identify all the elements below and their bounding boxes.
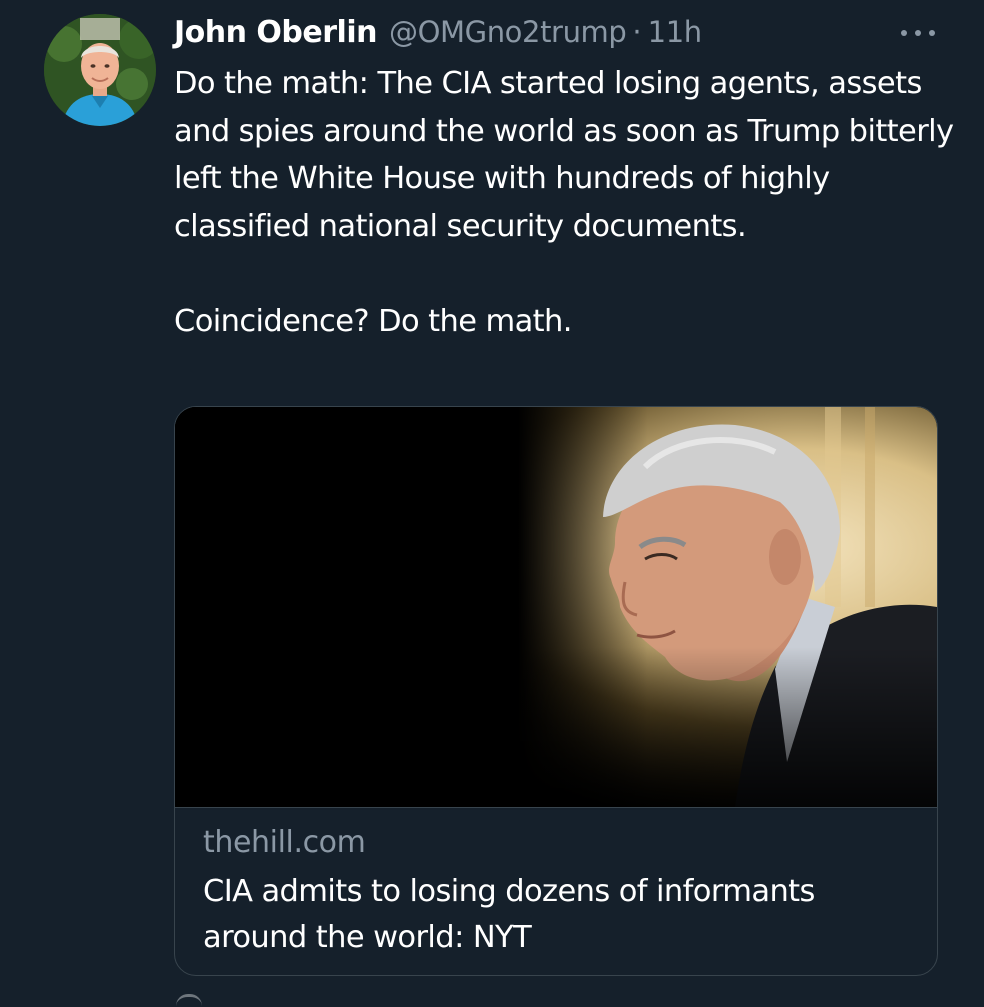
tweet-header: John Oberlin @OMGno2trump · 11h xyxy=(174,10,904,54)
news-photo xyxy=(175,407,937,807)
more-options-icon[interactable] xyxy=(898,16,938,50)
more-dot xyxy=(929,30,935,36)
card-divider xyxy=(175,807,937,808)
author-avatar[interactable] xyxy=(44,14,156,126)
next-item-edge xyxy=(176,994,202,1007)
tweet-timestamp[interactable]: 11h xyxy=(648,15,702,49)
tweet-text: Do the math: The CIA started losing agen… xyxy=(174,60,964,345)
author-name[interactable]: John Oberlin xyxy=(174,15,377,50)
card-headline[interactable]: CIA admits to losing dozens of informant… xyxy=(203,869,923,961)
separator-dot: · xyxy=(632,15,642,49)
tweet-paragraph: Do the math: The CIA started losing agen… xyxy=(174,66,954,244)
card-domain: thehill.com xyxy=(203,825,366,860)
more-dot xyxy=(901,30,907,36)
tweet[interactable]: John Oberlin @OMGno2trump · 11h Do the m… xyxy=(0,0,984,1000)
more-dot xyxy=(915,30,921,36)
author-handle[interactable]: @OMGno2trump xyxy=(389,15,627,49)
card-image[interactable] xyxy=(175,407,937,807)
link-preview-card[interactable]: thehill.com CIA admits to losing dozens … xyxy=(174,406,938,976)
tweet-paragraph: Coincidence? Do the math. xyxy=(174,303,572,339)
avatar-photo xyxy=(44,14,156,126)
